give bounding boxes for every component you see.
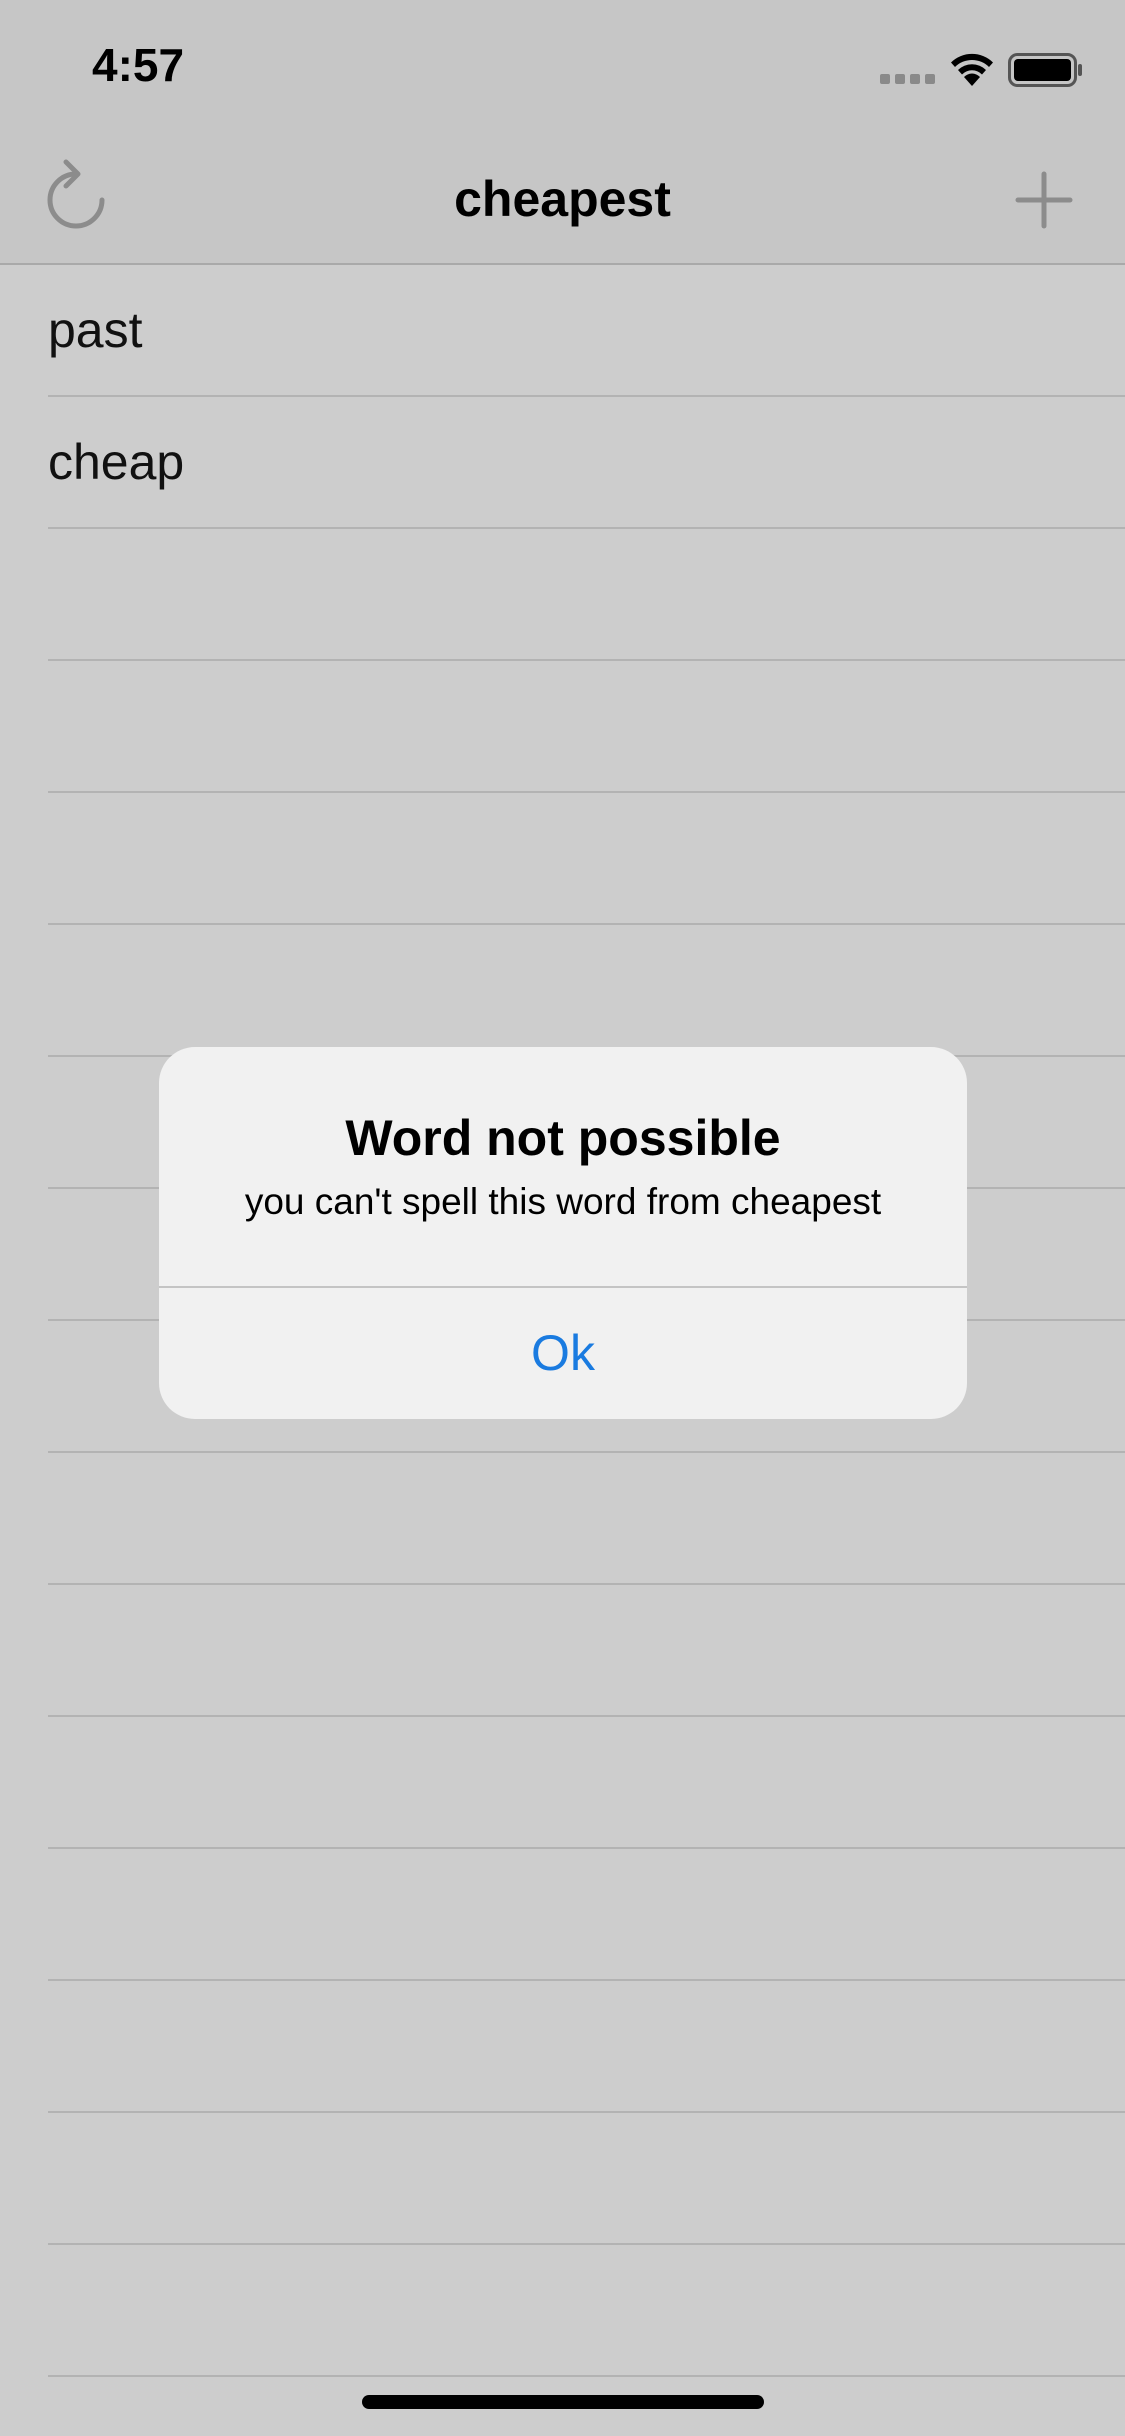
ok-button[interactable]: Ok [159,1288,967,1419]
list-item[interactable] [48,1981,1125,2113]
list-item-label: cheap [48,434,185,490]
battery-icon [1008,53,1082,87]
list-item[interactable] [48,1453,1125,1585]
cellular-signal-icon [880,74,936,86]
home-indicator[interactable] [362,2395,764,2409]
nav-bar: cheapest [0,132,1125,265]
list-item[interactable] [48,2245,1125,2377]
list-item[interactable] [48,2113,1125,2245]
wifi-icon [951,53,993,86]
list-item[interactable] [48,1585,1125,1717]
alert-dialog: Word not possible you can't spell this w… [159,1047,967,1419]
list-item[interactable] [48,793,1125,925]
list-item[interactable] [48,1849,1125,1981]
status-bar: 4:57 [0,0,1125,132]
alert-message: you can't spell this word from cheapest [244,1181,882,1222]
list-item[interactable] [48,925,1125,1057]
list-item[interactable]: past [48,265,1125,397]
list-item[interactable] [48,529,1125,661]
plus-icon[interactable] [1014,170,1074,230]
list-item-label: past [48,302,143,358]
page-title: cheapest [454,171,671,227]
status-time: 4:57 [92,39,185,91]
list-item[interactable] [48,1717,1125,1849]
screen: 4:57 cheapest past cheap Word not possib… [0,0,1125,2436]
list-item[interactable]: cheap [48,397,1125,529]
list-item[interactable] [48,661,1125,793]
alert-title: Word not possible [345,1110,781,1166]
